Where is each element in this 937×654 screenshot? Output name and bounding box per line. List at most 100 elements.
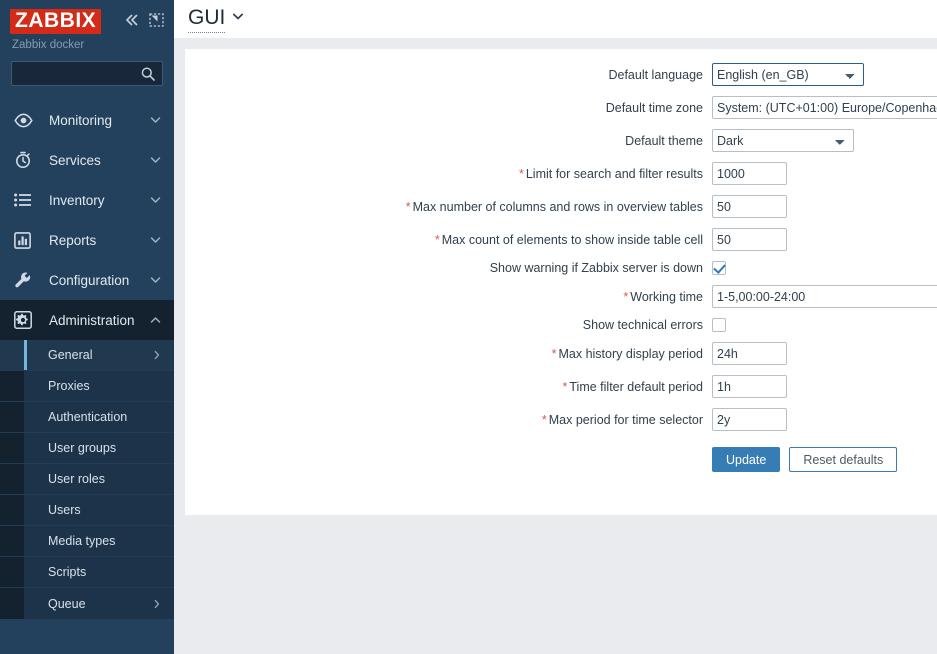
field-label: * Working time [623,289,703,304]
field-label: * Max number of columns and rows in overv… [405,199,703,214]
field-label: Show technical errors [582,318,703,332]
field-limit-search: * Limit for search and filter results [185,162,937,185]
list-icon [14,193,38,207]
sidebar-item-queue[interactable]: Queue [0,588,174,619]
sidebar-item-configuration[interactable]: Configuration [0,260,174,300]
content-area: Default language English (en_GB) Default… [174,38,937,515]
update-button[interactable]: Update [712,447,781,472]
sidebar-subitem-label: Media types [48,534,116,548]
field-max-columns-rows: * Max number of columns and rows in overv… [185,195,937,218]
field-show-technical-errors: Show technical errors [185,318,937,332]
field-label: * Max history display period [551,346,703,361]
show-technical-errors-checkbox[interactable] [712,318,726,332]
sidebar: ZABBIX Zabbix docker Monitoring Services… [0,0,174,654]
limit-search-input[interactable] [712,162,787,185]
sidebar-item-label: Services [49,152,101,168]
sidebar-subitem-label: User groups [48,441,117,455]
required-marker: * [562,379,568,394]
search-box[interactable] [11,61,163,86]
default-language-select[interactable]: English (en_GB) [712,63,864,86]
required-marker: * [405,199,411,214]
field-default-theme: Default theme Dark [185,129,937,152]
chevron-down-icon [150,236,161,244]
sidebar-item-scripts[interactable]: Scripts [0,557,174,588]
sidebar-submenu-administration: General Proxies Authentication User grou… [0,340,174,619]
chevron-down-icon [150,116,161,124]
show-warning-server-down-checkbox[interactable] [712,261,726,275]
required-marker: * [518,166,524,181]
sidebar-item-services[interactable]: Services [0,140,174,180]
field-label: * Time filter default period [562,379,704,394]
sidebar-subitem-label: Scripts [48,565,87,579]
max-history-period-input[interactable] [712,342,787,365]
field-label: Default time zone [605,100,703,115]
field-time-filter-default: * Time filter default period [185,375,937,398]
max-period-selector-input[interactable] [712,408,787,431]
wrench-icon [14,271,38,289]
sidebar-item-inventory[interactable]: Inventory [0,180,174,220]
field-label: Default theme [625,133,703,148]
sidebar-subitem-label: General [48,348,93,362]
required-marker: * [551,346,557,361]
sidebar-search [0,51,174,86]
page-title: GUI [188,6,226,33]
sidebar-item-user-groups[interactable]: User groups [0,433,174,464]
default-theme-select[interactable]: Dark [712,129,854,152]
eye-icon [14,112,38,128]
sidebar-item-user-roles[interactable]: User roles [0,464,174,495]
sidebar-nav: Monitoring Services Inventory Reports Co… [0,100,174,619]
chevron-right-icon [153,350,161,360]
page-header: GUI [174,0,937,38]
chevron-right-icon [153,599,161,609]
field-max-period-selector: * Max period for time selector [185,408,937,431]
chevron-double-left-icon[interactable] [124,13,140,27]
field-max-history-period: * Max history display period [185,342,937,365]
bar-chart-icon [14,231,38,249]
sidebar-item-reports[interactable]: Reports [0,220,174,260]
gui-settings-form: Default language English (en_GB) Default… [185,49,937,515]
required-marker: * [541,412,547,427]
search-icon[interactable] [140,66,156,82]
time-filter-default-input[interactable] [712,375,787,398]
sidebar-item-label: Inventory [49,192,105,208]
main-content: GUI Default language English (en_GB) Def… [174,0,937,654]
chevron-down-icon [150,196,161,204]
page-title-dropdown[interactable]: GUI [188,6,244,33]
default-time-zone-select[interactable]: System: (UTC+01:00) Europe/Copenhagen [712,96,937,119]
sidebar-item-authentication[interactable]: Authentication [0,402,174,433]
gear-icon [14,311,38,329]
field-label: * Limit for search and filter results [518,166,703,181]
field-label: Default language [608,67,703,82]
form-actions: Update Reset defaults [185,447,937,472]
field-label: * Max period for time selector [541,412,703,427]
sidebar-item-general[interactable]: General [0,340,174,371]
chevron-down-icon [150,156,161,164]
max-elements-cell-input[interactable] [712,228,787,251]
field-default-language: Default language English (en_GB) [185,63,937,86]
sidebar-header: ZABBIX [0,0,174,34]
sidebar-item-users[interactable]: Users [0,495,174,526]
field-max-elements-cell: * Max count of elements to show inside ta… [185,228,937,251]
working-time-input[interactable] [712,285,937,308]
sidebar-item-media-types[interactable]: Media types [0,526,174,557]
sidebar-item-label: Reports [49,232,97,248]
chevron-down-icon[interactable] [232,12,244,21]
sidebar-item-proxies[interactable]: Proxies [0,371,174,402]
reset-defaults-button[interactable]: Reset defaults [789,447,898,472]
sidebar-subitem-label: Queue [48,596,86,611]
required-marker: * [434,232,440,247]
field-default-time-zone: Default time zone System: (UTC+01:00) Eu… [185,96,937,119]
sidebar-item-administration[interactable]: Administration [0,300,174,340]
chevron-up-icon [150,316,161,324]
stopwatch-icon [14,151,38,169]
sidebar-subitem-label: Authentication [48,410,128,424]
zabbix-admin-page: ZABBIX Zabbix docker Monitoring Services… [0,0,937,654]
collapse-sidebar-icon[interactable] [149,13,164,27]
sidebar-item-label: Administration [49,312,135,328]
sidebar-item-monitoring[interactable]: Monitoring [0,100,174,140]
max-columns-rows-input[interactable] [712,195,787,218]
sidebar-item-label: Monitoring [49,112,113,128]
field-show-warning-server-down: Show warning if Zabbix server is down [185,261,937,275]
field-label: Show warning if Zabbix server is down [489,261,703,275]
zabbix-logo[interactable]: ZABBIX [10,9,102,34]
